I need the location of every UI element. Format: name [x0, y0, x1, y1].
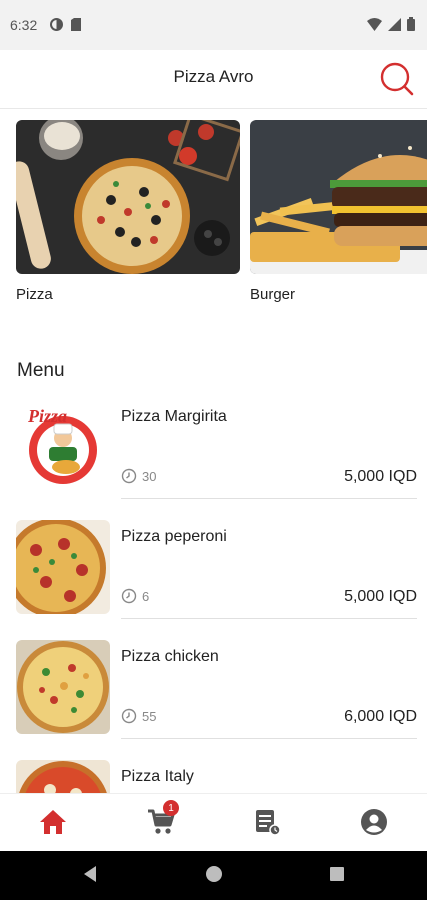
search-icon[interactable] [379, 61, 415, 97]
category-label: Burger [250, 286, 296, 303]
bottom-nav: 1 [0, 793, 427, 852]
prep-time: 30 [142, 468, 157, 484]
italy-pizza-image [16, 760, 110, 793]
clock-icon [121, 588, 137, 604]
home-icon [40, 810, 66, 834]
menu-item-name: Pizza Italy [121, 768, 194, 785]
menu-heading: Menu [17, 360, 65, 381]
menu-item-name: Pizza Margirita [121, 408, 227, 425]
nav-orders[interactable] [247, 804, 287, 840]
category-burger[interactable]: Burger [250, 120, 427, 303]
prep-time: 55 [142, 708, 157, 724]
clock-icon [121, 708, 137, 724]
back-icon[interactable] [82, 865, 98, 883]
menu-item[interactable]: Pizza peperoni 6 5,000 IQD [0, 520, 427, 640]
divider [121, 618, 417, 619]
nav-profile[interactable] [354, 804, 394, 840]
nav-home[interactable] [33, 804, 73, 840]
pizza-category-image [16, 120, 240, 274]
category-pizza[interactable]: Pizza [16, 120, 240, 303]
menu-item-name: Pizza peperoni [121, 528, 227, 545]
battery-icon [407, 17, 415, 31]
prep-time: 6 [142, 588, 150, 604]
signal-icon [388, 17, 401, 31]
clock-icon [121, 468, 137, 484]
chicken-pizza-image [16, 640, 110, 734]
nav-cart[interactable]: 1 [141, 800, 181, 840]
menu-item-price: 5,000 IQD [344, 588, 417, 605]
recents-icon[interactable] [329, 865, 345, 883]
data-saver-icon [50, 18, 63, 31]
divider [121, 738, 417, 739]
menu-item-name: Pizza chicken [121, 648, 219, 665]
menu-item[interactable]: Pizza Pizza Margirita 30 5,000 IQD [0, 400, 427, 520]
status-time: 6:32 [10, 17, 38, 33]
menu-item[interactable]: Pizza chicken 55 6,000 IQD [0, 640, 427, 760]
system-nav-bar [0, 851, 427, 900]
profile-icon [361, 809, 387, 835]
burger-category-image [250, 120, 427, 274]
menu-item-price: 5,000 IQD [344, 468, 417, 485]
app-bar: Pizza Avro [0, 50, 427, 109]
home-system-icon[interactable] [205, 865, 223, 883]
pizza-logo-image: Pizza [16, 400, 110, 494]
svg-text:Pizza: Pizza [27, 406, 67, 426]
wifi-icon [367, 17, 382, 31]
status-bar: 6:32 [0, 0, 427, 50]
category-carousel[interactable]: Pizza Burger [0, 108, 427, 308]
app-title: Pizza Avro [173, 67, 254, 86]
pepperoni-pizza-image [16, 520, 110, 614]
orders-icon [256, 810, 281, 836]
menu-item[interactable]: Pizza Italy [0, 760, 427, 793]
menu-item-price: 6,000 IQD [344, 708, 417, 725]
divider [121, 498, 417, 499]
cart-badge: 1 [163, 800, 179, 816]
menu-list[interactable]: Pizza Pizza Margirita 30 5,000 IQD Pizza… [0, 400, 427, 793]
category-label: Pizza [16, 286, 53, 303]
sim-icon [71, 18, 81, 31]
